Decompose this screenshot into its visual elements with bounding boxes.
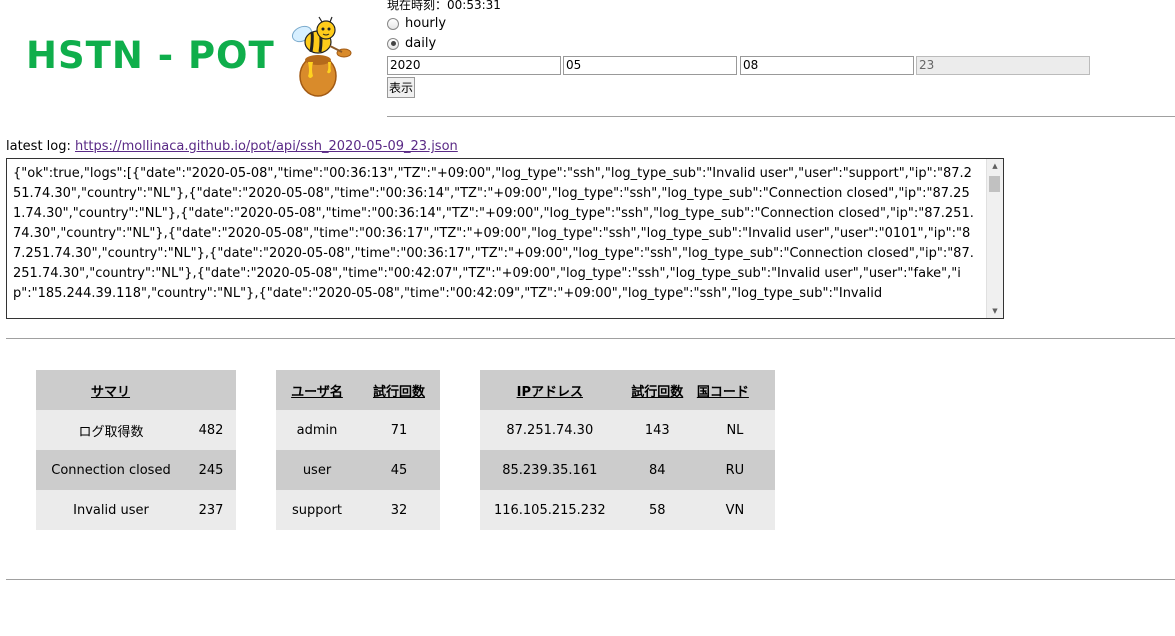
ip-country: RU <box>694 450 775 490</box>
year-input[interactable]: 2020 <box>387 56 561 75</box>
table-row: 85.239.35.161 84 RU <box>480 450 775 490</box>
ip-country: VN <box>694 490 775 530</box>
radio-daily[interactable]: daily <box>387 36 436 51</box>
ip-count: 143 <box>619 410 695 450</box>
log-scrollbar[interactable]: ▲ ▼ <box>986 159 1003 318</box>
table-row: Connection closed 245 <box>36 450 236 490</box>
user-name: admin <box>276 410 358 450</box>
radio-hourly[interactable]: hourly <box>387 16 446 31</box>
log-text: {"ok":true,"logs":[{"date":"2020-05-08",… <box>13 166 974 301</box>
day-input[interactable]: 08 <box>740 56 914 75</box>
bee-honey-pot-icon <box>291 16 352 97</box>
table-row: 87.251.74.30 143 NL <box>480 410 775 450</box>
hour-input-disabled: 23 <box>916 56 1090 75</box>
table-row: support 32 <box>276 490 440 530</box>
ip-count: 84 <box>619 450 695 490</box>
table-row: 116.105.215.232 58 VN <box>480 490 775 530</box>
summary-label: Connection closed <box>36 450 186 490</box>
scroll-down-arrow-icon[interactable]: ▼ <box>987 304 1003 318</box>
ip-country: NL <box>694 410 775 450</box>
table-row: user 45 <box>276 450 440 490</box>
scroll-thumb[interactable] <box>989 176 1000 192</box>
user-name: support <box>276 490 358 530</box>
table-row: Invalid user 237 <box>36 490 236 530</box>
latest-log-label: latest log: <box>6 139 76 154</box>
radio-daily-circle[interactable] <box>387 37 399 50</box>
month-input[interactable]: 05 <box>563 56 737 75</box>
latest-log-link[interactable]: https://mollinaca.github.io/pot/api/ssh_… <box>75 139 458 154</box>
header-divider <box>387 116 1175 117</box>
summary-header: サマリ <box>36 370 236 410</box>
user-count: 71 <box>358 410 440 450</box>
scroll-up-arrow-icon[interactable]: ▲ <box>987 159 1003 173</box>
ip-header-country: 国コード <box>694 370 775 410</box>
radio-hourly-label: hourly <box>405 16 447 31</box>
table-row: admin 71 <box>276 410 440 450</box>
radio-daily-label: daily <box>405 36 437 51</box>
summary-value: 245 <box>186 450 236 490</box>
log-textarea[interactable]: {"ok":true,"logs":[{"date":"2020-05-08",… <box>6 158 1004 319</box>
ip-address: 85.239.35.161 <box>480 450 620 490</box>
summary-value: 482 <box>186 410 236 450</box>
content-divider <box>6 338 1175 339</box>
user-table: ユーザ名 試行回数 admin 71 user 45 support 32 <box>276 370 440 530</box>
user-header-name: ユーザ名 <box>276 370 358 410</box>
ip-header-count: 試行回数 <box>619 370 695 410</box>
show-button[interactable]: 表示 <box>387 77 415 98</box>
table-row: ログ取得数 482 <box>36 410 236 450</box>
summary-label: Invalid user <box>36 490 186 530</box>
footer-divider <box>6 579 1175 580</box>
summary-label: ログ取得数 <box>36 410 186 450</box>
ip-address: 87.251.74.30 <box>480 410 620 450</box>
radio-hourly-circle[interactable] <box>387 17 399 30</box>
ip-table: IPアドレス 試行回数 国コード 87.251.74.30 143 NL 85.… <box>480 370 775 530</box>
user-count: 32 <box>358 490 440 530</box>
user-header-count: 試行回数 <box>358 370 440 410</box>
summary-value: 237 <box>186 490 236 530</box>
ip-count: 58 <box>619 490 695 530</box>
user-name: user <box>276 450 358 490</box>
summary-table: サマリ ログ取得数 482 Connection closed 245 Inva… <box>36 370 236 530</box>
site-logo-text: HSTN - POT <box>26 34 275 77</box>
ip-header-address: IPアドレス <box>480 370 620 410</box>
user-count: 45 <box>358 450 440 490</box>
ip-address: 116.105.215.232 <box>480 490 620 530</box>
current-time: 現在時刻：00:53:31 <box>387 0 501 12</box>
latest-log-line: latest log: https://mollinaca.github.io/… <box>6 139 458 154</box>
